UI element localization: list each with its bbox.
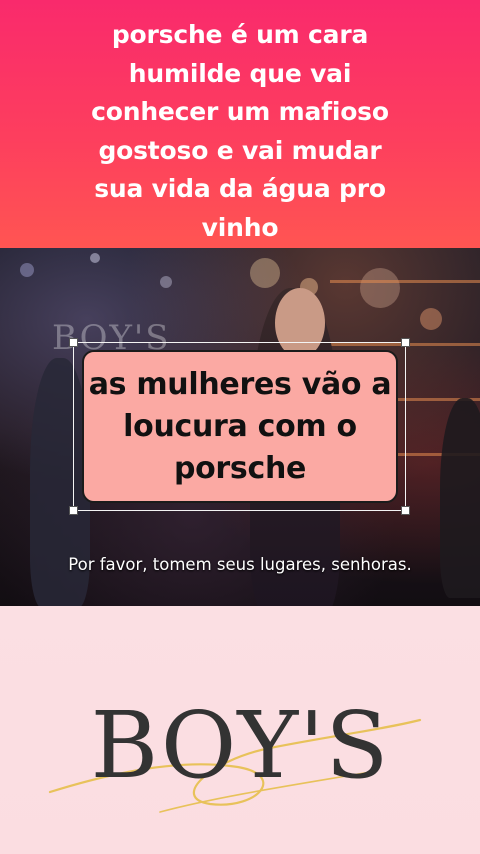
sticker-line: loucura com o [123,409,357,444]
bokeh-light [420,308,442,330]
bar-shelf-light [330,280,480,283]
resize-handle-top-right[interactable] [401,338,410,347]
resize-handle-bottom-left[interactable] [69,506,78,515]
sticker-line: porsche [173,451,307,486]
boys-logo: BOY'S [90,692,390,799]
story-canvas: porsche é um cara humilde que vai conhec… [0,0,480,854]
bokeh-light [20,263,34,277]
caption-line: porsche é um cara [111,20,369,49]
sticker-line: as mulheres vão a [88,367,392,402]
top-caption-text: porsche é um cara humilde que vai conhec… [60,16,420,247]
caption-line: gostoso e vai mudar [98,135,382,165]
caption-line: conhecer um mafioso [91,97,389,126]
caption-line: humilde que vai [128,58,352,88]
text-sticker-content[interactable]: as mulheres vão a loucura com o porsche [82,364,398,490]
caption-line: sua vida da água pro [94,174,386,203]
video-subtitle: Por favor, tomem seus lugares, senhoras. [68,555,412,574]
bokeh-light [160,276,172,288]
resize-handle-bottom-right[interactable] [401,506,410,515]
caption-line: vinho [201,212,279,242]
bokeh-light [250,258,280,288]
resize-handle-top-left[interactable] [69,338,78,347]
bokeh-light [90,253,100,263]
bokeh-light [360,268,400,308]
